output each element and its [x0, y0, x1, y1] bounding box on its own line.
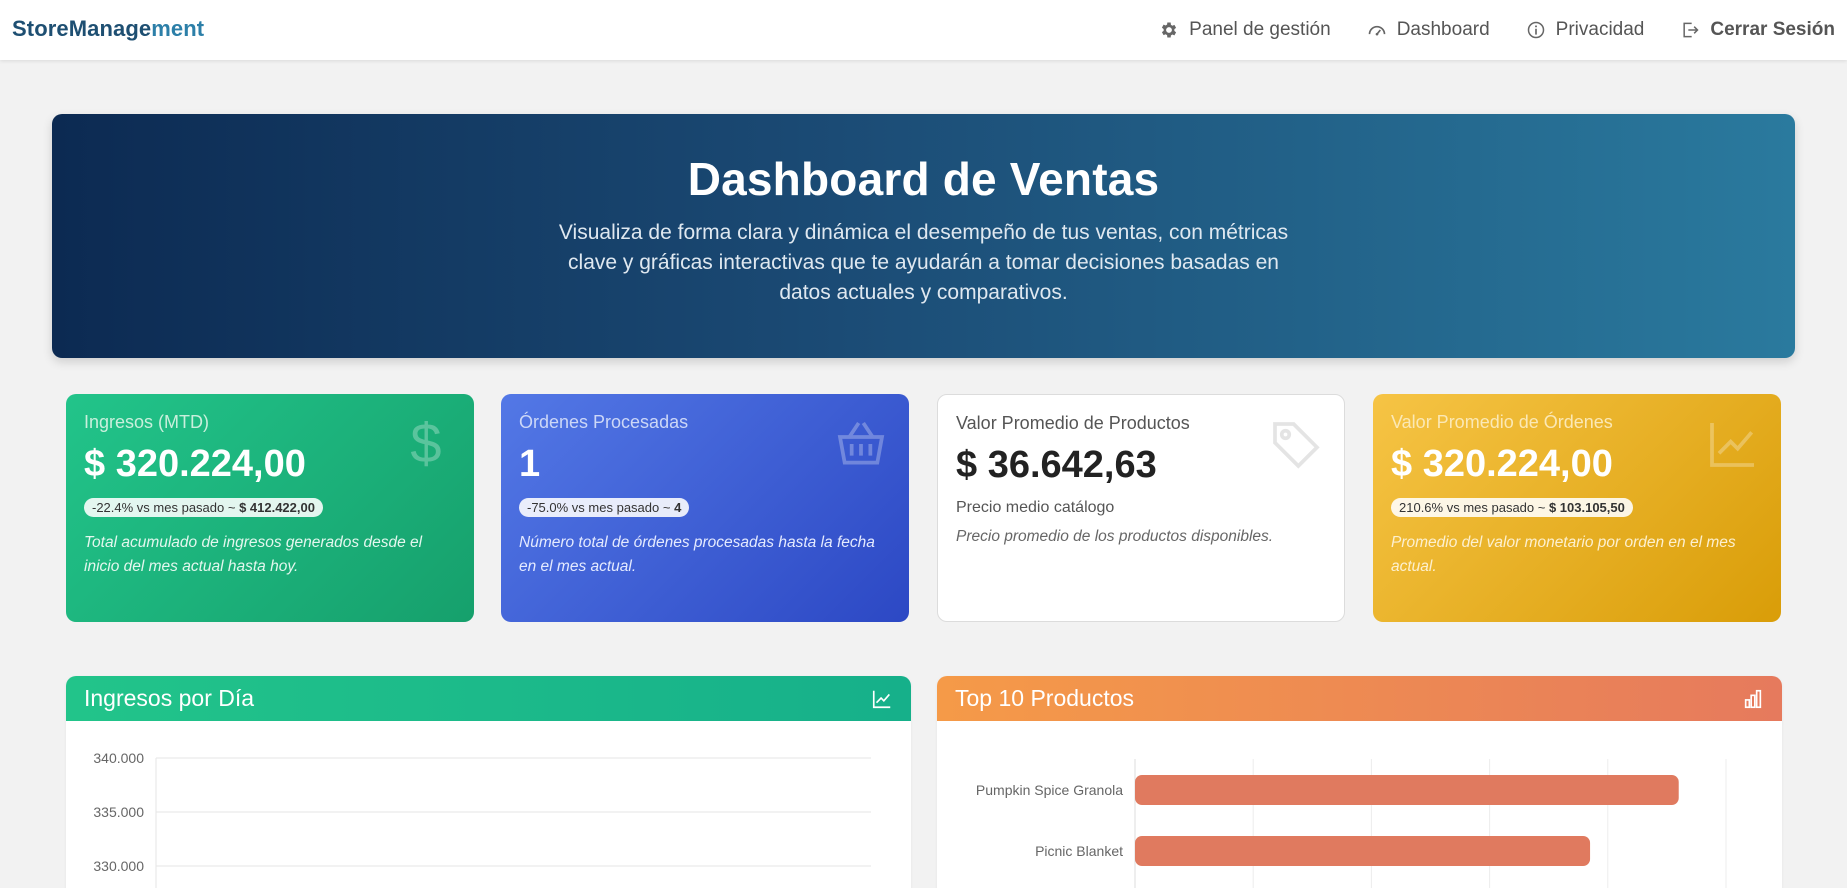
- nav-link-label: Cerrar Sesión: [1710, 19, 1835, 40]
- panel-header: Top 10 Productos: [937, 676, 1782, 721]
- top-navbar: StoreManagement Panel de gestión Dashboa…: [0, 0, 1847, 60]
- y-tick-label: 340.000: [93, 750, 144, 766]
- line-chart-icon[interactable]: [871, 688, 893, 710]
- comparison-badge: -75.0% vs mes pasado ~ 4: [519, 498, 690, 517]
- logout-link[interactable]: Cerrar Sesión: [1680, 19, 1835, 41]
- nav-link-privacidad[interactable]: Privacidad: [1526, 19, 1645, 41]
- daily-revenue-chart[interactable]: 340.000 335.000 330.000: [66, 721, 911, 888]
- comparison-badge: -22.4% vs mes pasado ~ $ 412.422,00: [84, 498, 323, 517]
- stat-card-avg-order: Valor Promedio de Órdenes $ 320.224,00 2…: [1373, 394, 1781, 622]
- page-title: Dashboard de Ventas: [687, 153, 1160, 205]
- nav-link-label: Dashboard: [1396, 19, 1490, 40]
- comparison-badge: 210.6% vs mes pasado ~ $ 103.105,50: [1391, 498, 1633, 517]
- bar-chart-icon[interactable]: [1742, 688, 1764, 710]
- top-products-chart[interactable]: Pumpkin Spice Granola Picnic Blanket: [937, 721, 1782, 888]
- nav-link-dashboard[interactable]: Dashboard: [1367, 19, 1490, 41]
- stat-card-avg-product: Valor Promedio de Productos $ 36.642,63 …: [937, 394, 1345, 622]
- bar: [1135, 836, 1591, 866]
- page-subtitle: Visualiza de forma clara y dinámica el d…: [558, 221, 1289, 304]
- stat-card-revenue: $ Ingresos (MTD) $ 320.224,00 -22.4% vs …: [66, 394, 474, 622]
- line-chart-icon: [1710, 423, 1754, 467]
- card-description: Precio promedio de los productos disponi…: [956, 528, 1274, 545]
- gear-icon: [1162, 22, 1177, 38]
- daily-revenue-panel: Ingresos por Día 340.000 335.000 330.000: [66, 676, 911, 888]
- logout-icon: [1683, 22, 1699, 38]
- svg-text:$: $: [410, 416, 441, 472]
- brand-logo[interactable]: StoreManagement: [12, 16, 204, 42]
- card-sublabel: Precio medio catálogo: [956, 499, 1115, 516]
- hero-banner: Dashboard de Ventas Visualiza de forma c…: [52, 114, 1795, 358]
- nav-link-panel-gestion[interactable]: Panel de gestión: [1159, 19, 1331, 41]
- category-label: Picnic Blanket: [1035, 843, 1123, 859]
- top-products-panel: Top 10 Productos Pumpkin Spice Granola Pi…: [937, 676, 1782, 888]
- nav-links: Panel de gestión Dashboard Privacidad Ce…: [1159, 0, 1835, 60]
- info-icon: [1527, 21, 1544, 39]
- panel-title: Top 10 Productos: [955, 685, 1135, 711]
- nav-link-label: Panel de gestión: [1189, 19, 1331, 40]
- panel-title: Ingresos por Día: [84, 685, 255, 711]
- y-tick-label: 335.000: [93, 804, 144, 820]
- dollar-icon: $: [410, 416, 441, 472]
- y-tick-label: 330.000: [93, 858, 144, 874]
- card-description: Promedio del valor monetario por orden e…: [1391, 534, 1736, 575]
- nav-link-label: Privacidad: [1555, 19, 1645, 40]
- card-description: Total acumulado de ingresos generados de…: [84, 534, 423, 575]
- stat-card-orders: Órdenes Procesadas 1 -75.0% vs mes pasad…: [501, 394, 909, 622]
- tag-icon: [1273, 422, 1320, 469]
- basket-icon: [837, 421, 885, 465]
- speedometer-icon: [1368, 25, 1386, 36]
- panel-header: Ingresos por Día: [66, 676, 911, 721]
- card-description: Número total de órdenes procesadas hasta…: [519, 534, 875, 575]
- bar: [1135, 775, 1679, 805]
- category-label: Pumpkin Spice Granola: [976, 782, 1123, 798]
